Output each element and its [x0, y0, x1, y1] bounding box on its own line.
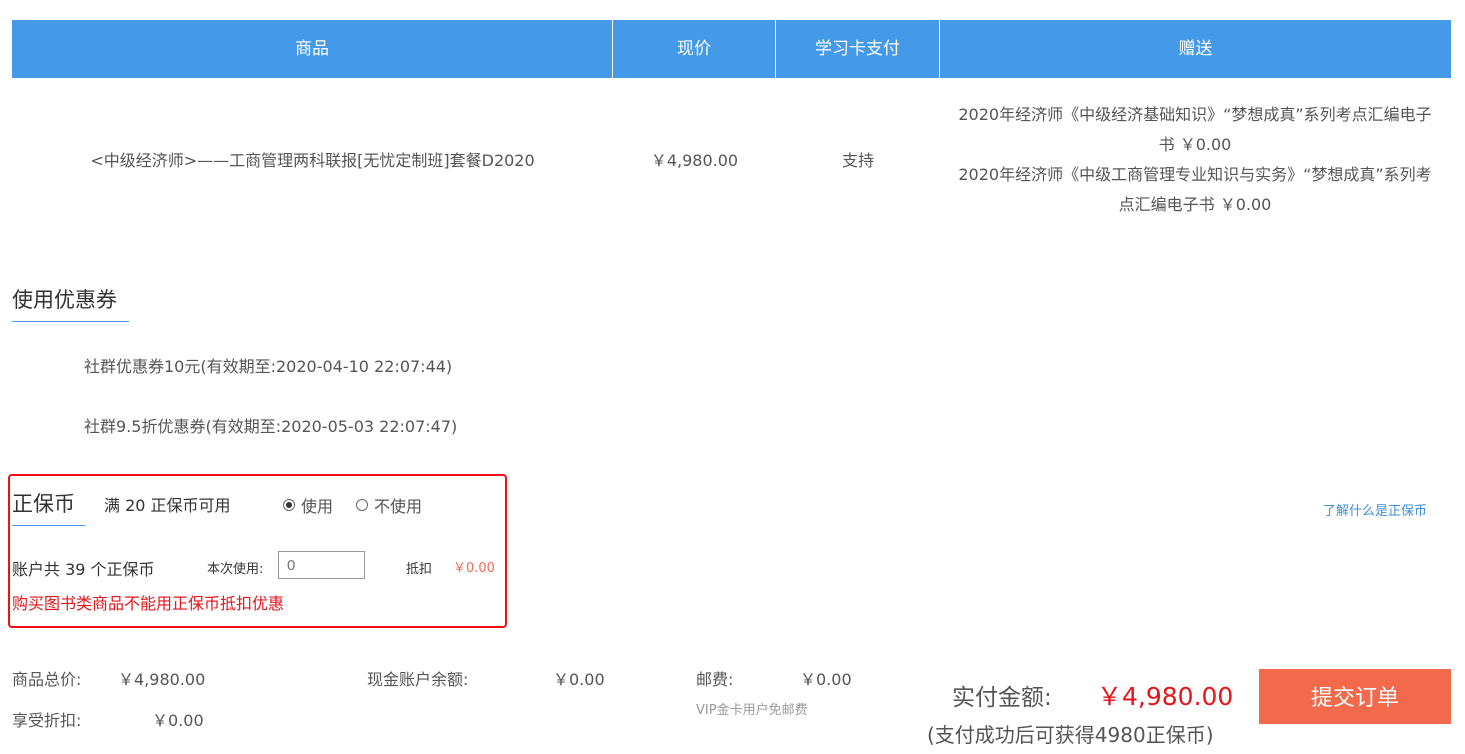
coin-title-underline [12, 525, 85, 526]
coin-warning: 购买图书类商品不能用正保币抵扣优惠 [12, 594, 285, 613]
coin-this-use-label: 本次使用: [207, 562, 264, 577]
coin-account-balance: 账户共 39 个正保币 [12, 560, 155, 579]
pay-amount-label: 实付金额: [952, 685, 1052, 711]
total-value: ￥4,980.00 [118, 670, 206, 689]
cash-balance-label: 现金账户余额: [367, 670, 469, 689]
coin-section-title: 正保币 [12, 492, 75, 516]
coin-amount-input[interactable] [278, 551, 365, 579]
coin-use-option[interactable]: 使用 [283, 493, 333, 517]
learn-coin-link[interactable]: 了解什么是正保币 [1323, 500, 1427, 519]
coupon-section-title: 使用优惠券 [12, 288, 117, 312]
card-pay-support: 支持 [841, 151, 874, 170]
header-product: 商品 [12, 20, 613, 78]
header-gifts: 赠送 [1178, 39, 1213, 59]
coin-no-use-option[interactable]: 不使用 [356, 493, 422, 517]
coupon-item[interactable]: 社群9.5折优惠券(有效期至:2020-05-03 22:07:47) [84, 413, 457, 437]
coin-deduct-label: 抵扣 [406, 562, 433, 577]
radio-unselected-icon[interactable] [356, 499, 368, 511]
vip-postage-note: VIP金卡用户免邮费 [696, 703, 808, 718]
total-label: 商品总价: [12, 670, 82, 689]
coin-rule: 满 20 正保币可用 [104, 496, 231, 515]
gift-list: 2020年经济师《中级经济基础知识》“梦想成真”系列考点汇编电子 书 ￥0.00… [935, 100, 1455, 220]
postage-value: ￥0.00 [800, 670, 852, 689]
discount-value: ￥0.00 [152, 711, 204, 730]
coupon-title-underline [12, 321, 129, 322]
product-name: <中级经济师>——工商管理两科联报[无忧定制班]套餐D2020 [90, 151, 535, 170]
postage-label: 邮费: [696, 670, 734, 689]
coin-no-use-label: 不使用 [374, 497, 423, 516]
radio-selected-icon[interactable] [283, 499, 295, 511]
coin-earn-note: (支付成功后可获得4980正保币) [927, 723, 1214, 747]
header-card-pay: 学习卡支付 [776, 20, 940, 78]
coin-use-label: 使用 [301, 497, 334, 516]
product-price: ￥4,980.00 [650, 151, 739, 170]
coupon-item[interactable]: 社群优惠券10元(有效期至:2020-04-10 22:07:44) [84, 353, 452, 377]
coin-deduct-value: ￥0.00 [453, 561, 495, 576]
gift-item: 2020年经济师《中级工商管理专业知识与实务》“梦想成真”系列考 点汇编电子书 … [958, 165, 1432, 214]
submit-order-button[interactable]: 提交订单 [1259, 669, 1451, 724]
discount-label: 享受折扣: [12, 711, 82, 730]
order-table-header: 商品 现价 学习卡支付 赠送 [12, 20, 1451, 78]
gift-item: 2020年经济师《中级经济基础知识》“梦想成真”系列考点汇编电子 书 ￥0.00 [958, 105, 1432, 154]
pay-amount-value: ￥4,980.00 [1097, 682, 1234, 711]
cash-balance-value: ￥0.00 [553, 670, 605, 689]
header-price: 现价 [613, 20, 776, 78]
